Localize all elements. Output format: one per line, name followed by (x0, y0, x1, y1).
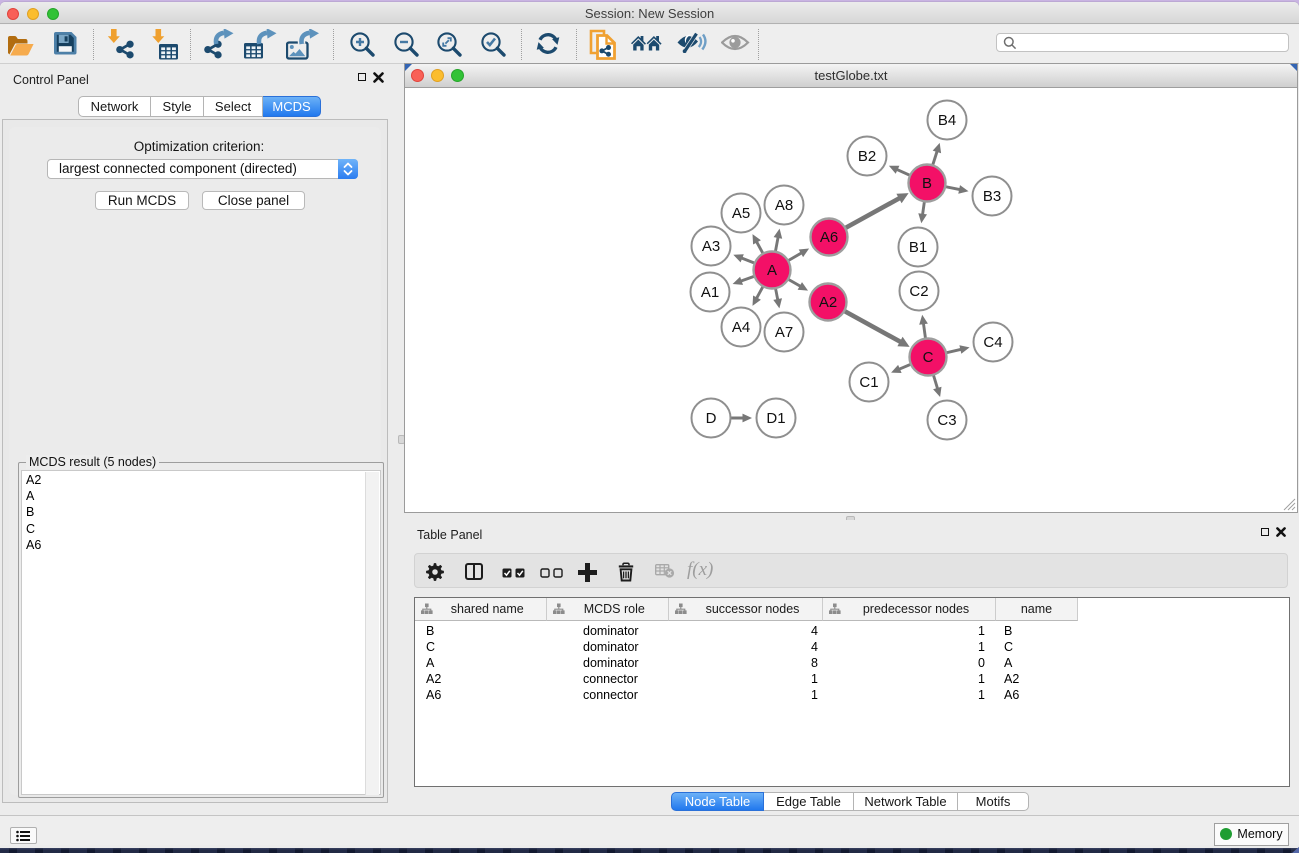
svg-text:B: B (922, 175, 932, 192)
svg-text:C: C (923, 349, 934, 366)
svg-text:A7: A7 (775, 324, 793, 341)
svg-text:B2: B2 (858, 148, 876, 165)
svg-text:D: D (706, 410, 717, 427)
svg-text:A6: A6 (820, 229, 838, 246)
svg-text:B3: B3 (983, 188, 1001, 205)
svg-text:A8: A8 (775, 197, 793, 214)
svg-text:C2: C2 (909, 283, 928, 300)
svg-text:A3: A3 (702, 238, 720, 255)
svg-text:A1: A1 (701, 284, 719, 301)
svg-text:A5: A5 (732, 205, 750, 222)
svg-text:A: A (767, 262, 777, 279)
svg-text:A2: A2 (819, 294, 837, 311)
svg-text:B1: B1 (909, 239, 927, 256)
svg-text:C3: C3 (937, 412, 956, 429)
svg-text:C1: C1 (859, 374, 878, 391)
svg-text:B4: B4 (938, 112, 956, 129)
svg-text:A4: A4 (732, 319, 750, 336)
svg-text:C4: C4 (983, 334, 1002, 351)
svg-text:D1: D1 (766, 410, 785, 427)
